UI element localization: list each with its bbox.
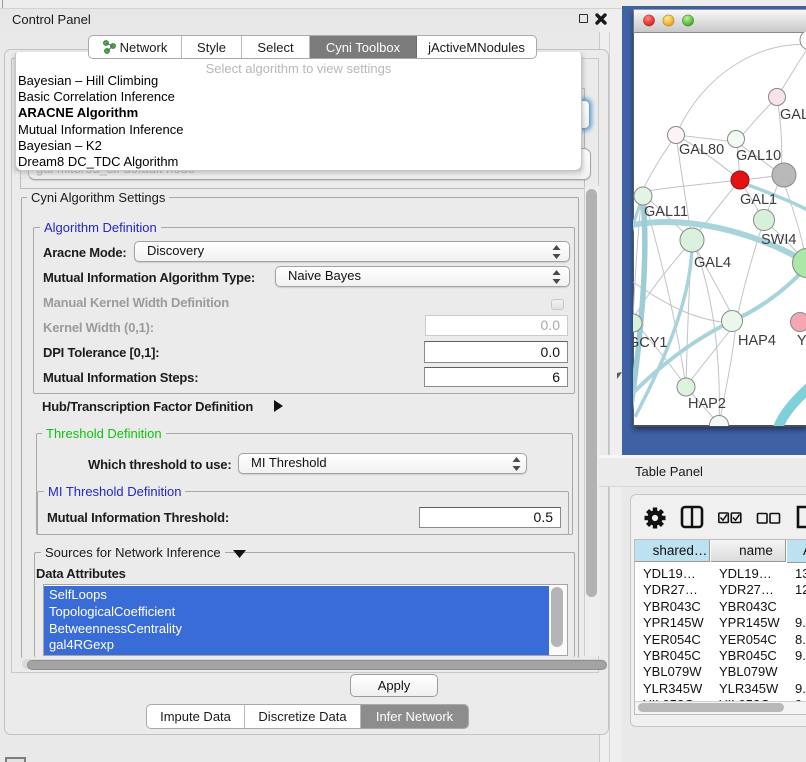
svg-text:Y: Y <box>797 333 806 349</box>
svg-text:SWI4: SWI4 <box>761 232 796 248</box>
svg-text:GAL1: GAL1 <box>740 192 777 208</box>
svg-text:GAL80: GAL80 <box>679 142 724 158</box>
svg-text:HAP4: HAP4 <box>738 333 776 349</box>
svg-text:GAL4: GAL4 <box>694 255 731 271</box>
svg-text:GAL10: GAL10 <box>736 148 781 164</box>
svg-text:GAL11: GAL11 <box>644 204 688 220</box>
svg-text:GCY1: GCY1 <box>633 335 668 351</box>
svg-text:GAL7: GAL7 <box>780 107 806 123</box>
svg-text:HAP2: HAP2 <box>688 396 726 412</box>
